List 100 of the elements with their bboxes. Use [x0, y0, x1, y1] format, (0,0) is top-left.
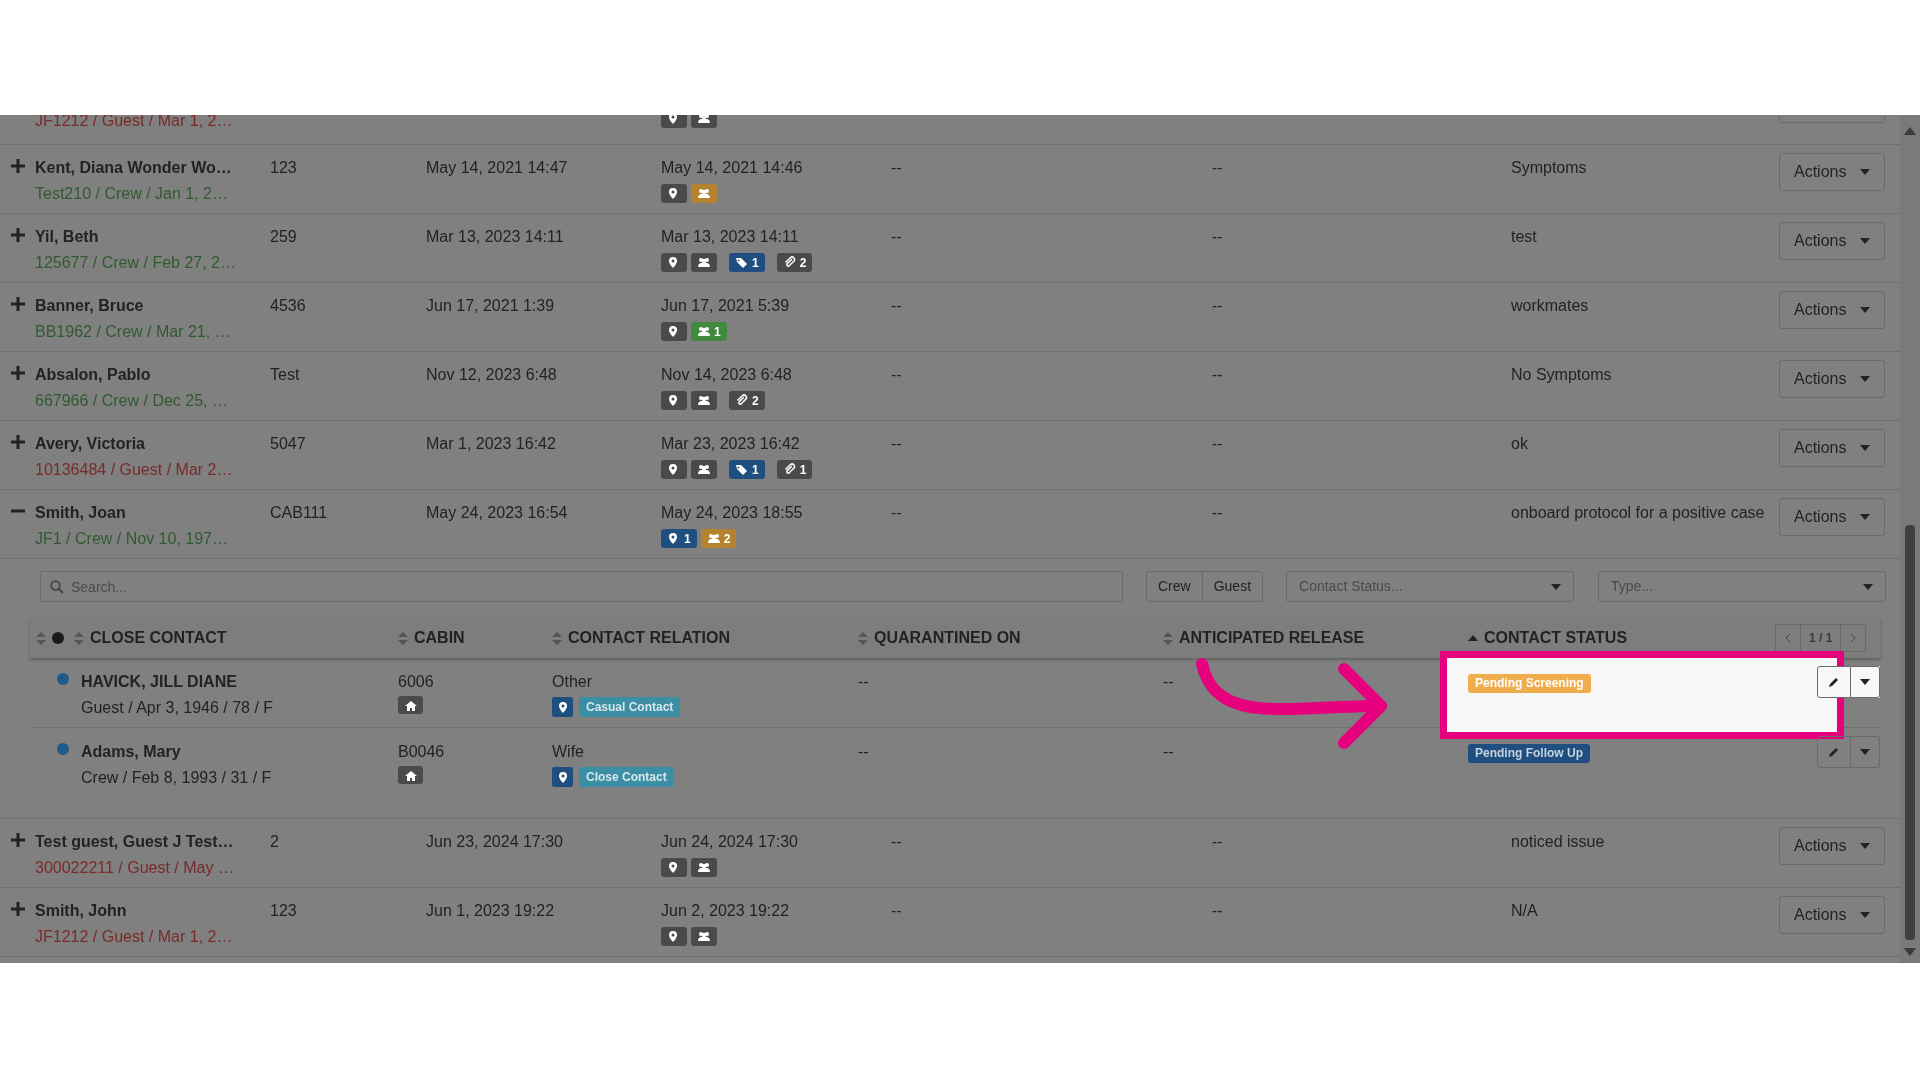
person-details: Test210 / Crew / Jan 1, 2… — [35, 184, 228, 204]
edit-button[interactable] — [1817, 736, 1851, 768]
table-cell: test — [1511, 228, 1537, 245]
paperclip-badge: 2 — [776, 253, 813, 272]
people-badge: 2 — [700, 529, 737, 548]
table-cell: -- — [1212, 366, 1223, 383]
table-cell: Jun 1, 2023 19:22 — [426, 902, 555, 919]
person-name[interactable]: Avery, Victoria — [35, 432, 145, 456]
search-icon — [50, 580, 64, 594]
person-name[interactable]: Smith, John — [35, 899, 127, 923]
chevron-right-icon — [1850, 633, 1857, 643]
scroll-down-icon[interactable] — [1904, 948, 1916, 956]
table-cell: May 24, 2023 16:54 — [426, 504, 568, 521]
actions-button[interactable]: Actions — [1779, 291, 1886, 329]
expand-icon[interactable] — [11, 833, 25, 847]
table-cell: -- — [891, 833, 902, 850]
map-pin-badge: 1 — [661, 529, 697, 548]
person-name[interactable]: Smith, Joan — [35, 501, 126, 525]
table-cell-text: Jun 24, 2024 17:30 — [661, 832, 798, 852]
sort-icon[interactable] — [552, 631, 562, 645]
expand-icon[interactable] — [11, 297, 25, 311]
person-name[interactable]: Test guest, Guest J Test… — [35, 830, 234, 854]
actions-button[interactable]: Actions — [1779, 498, 1886, 536]
sort-icon[interactable] — [74, 631, 84, 645]
table-cell: Symptoms — [1511, 159, 1587, 176]
contact-name[interactable]: HAVICK, JILL DIANE — [81, 670, 237, 694]
table-cell: -- — [891, 228, 902, 245]
table-cell: -- — [858, 673, 869, 690]
table-cell: 5047 — [270, 435, 306, 452]
expand-icon[interactable] — [11, 902, 25, 916]
contact-details: Guest / Apr 3, 1946 / 78 / F — [81, 698, 274, 718]
paperclip-badge: 2 — [729, 391, 765, 410]
contact-type-badge: Casual Contact — [579, 697, 681, 717]
actions-button[interactable]: Actions — [1779, 429, 1886, 467]
table-cell: -- — [858, 743, 869, 760]
table-cell: -- — [1212, 435, 1223, 452]
actions-button[interactable]: Actions — [1779, 360, 1886, 398]
person-details: 667966 / Crew / Dec 25, … — [35, 391, 228, 411]
person-name[interactable]: Kent, Diana Wonder Wo… — [35, 156, 232, 180]
map-pin-badge — [552, 767, 573, 787]
person-name[interactable]: Absalon, Pablo — [35, 363, 151, 387]
person-details: JF1 / Crew / Nov 10, 197… — [35, 529, 228, 549]
filter-toggle-button[interactable]: Crew — [1146, 571, 1203, 602]
table-cell-text: Nov 14, 2023 6:48 — [661, 365, 792, 385]
house-badge — [398, 696, 423, 714]
house-badge — [398, 766, 423, 784]
filter-toggle-button[interactable]: Guest — [1202, 571, 1264, 602]
caret-icon — [1551, 583, 1562, 590]
column-header[interactable]: CONTACT STATUS — [1484, 626, 1628, 650]
status-badge: Pending Follow Up — [1468, 744, 1590, 763]
caret-icon — [1860, 679, 1870, 685]
table-cell: No Symptoms — [1511, 366, 1612, 383]
scroll-up-icon[interactable] — [1904, 127, 1916, 135]
expand-icon[interactable] — [11, 159, 25, 173]
sort-icon[interactable] — [398, 631, 408, 645]
sort-icon[interactable] — [858, 631, 868, 645]
column-header[interactable]: CABIN — [414, 626, 465, 650]
scrollbar[interactable] — [1900, 115, 1920, 963]
column-header[interactable]: ANTICIPATED RELEASE — [1179, 626, 1365, 650]
table-cell: -- — [891, 366, 902, 383]
person-details: 10136484 / Guest / Mar 2… — [35, 460, 233, 480]
sort-icon[interactable] — [1163, 631, 1173, 645]
scroll-thumb[interactable] — [1905, 525, 1915, 940]
table-cell: -- — [891, 297, 902, 314]
caret-icon — [1860, 749, 1870, 755]
column-header[interactable]: CONTACT RELATION — [568, 626, 731, 650]
sort-icon[interactable] — [36, 631, 46, 645]
edit-button[interactable] — [1817, 666, 1851, 698]
person-details: 300022211 / Guest / May … — [35, 858, 234, 878]
table-cell: Mar 13, 2023 14:11 — [426, 228, 564, 245]
caret-icon — [1863, 583, 1874, 590]
table-cell: noticed issue — [1511, 833, 1605, 850]
table-cell: workmates — [1511, 297, 1589, 314]
table-cell: -- — [1163, 743, 1174, 760]
person-name[interactable]: Yil, Beth — [35, 225, 99, 249]
expand-icon[interactable] — [11, 228, 25, 242]
table-cell: May 14, 2021 14:47 — [426, 159, 568, 176]
sort-ascending-icon[interactable] — [1468, 635, 1478, 641]
person-name[interactable]: Banner, Bruce — [35, 294, 144, 318]
actions-button[interactable]: Actions — [1779, 827, 1886, 865]
expand-icon[interactable] — [11, 366, 25, 380]
table-cell: 2 — [270, 833, 279, 850]
table-cell: CAB111 — [270, 504, 328, 521]
table-cell-text: Other — [552, 672, 592, 692]
pencil-icon — [1828, 676, 1840, 688]
person-details: JF1212 / Guest / Mar 1, 2… — [35, 115, 234, 131]
column-header[interactable]: CLOSE CONTACT — [90, 626, 227, 650]
dropdown-button[interactable] — [1851, 666, 1880, 698]
actions-button[interactable]: Actions — [1779, 222, 1886, 260]
table-cell: Jun 23, 2024 17:30 — [426, 833, 563, 850]
actions-button[interactable]: Actions — [1779, 153, 1886, 191]
paperclip-badge: 1 — [776, 460, 813, 479]
people-badge: 1 — [691, 322, 727, 341]
contact-name[interactable]: Adams, Mary — [81, 740, 181, 764]
actions-button[interactable]: Actions — [1779, 896, 1886, 934]
expand-icon[interactable] — [11, 435, 25, 449]
table-cell: Test — [270, 366, 300, 383]
caret-icon — [1860, 238, 1871, 244]
contact-details: Crew / Feb 8, 1993 / 31 / F — [81, 768, 272, 788]
column-header[interactable]: QUARANTINED ON — [874, 626, 1021, 650]
